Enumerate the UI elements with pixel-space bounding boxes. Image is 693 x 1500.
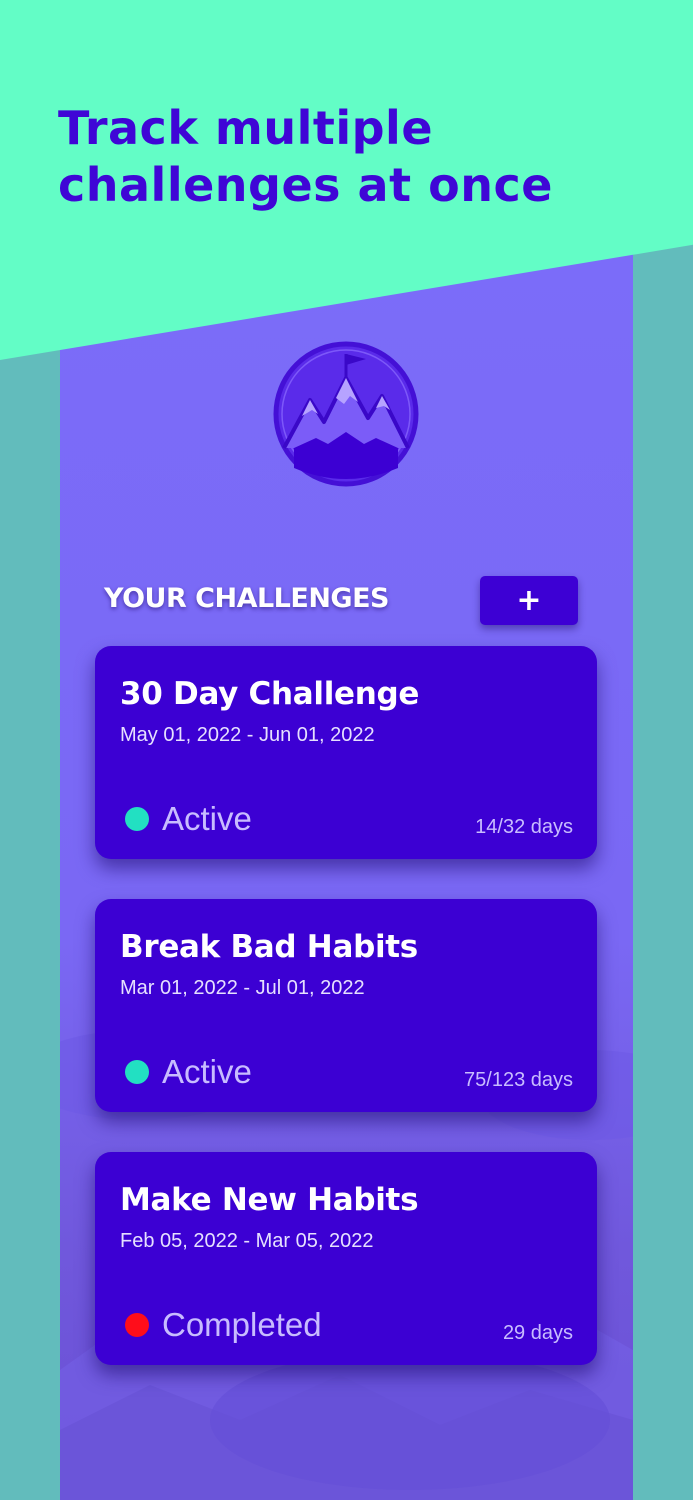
section-title: YOUR CHALLENGES — [104, 583, 389, 614]
challenge-card[interactable]: Break Bad Habits Mar 01, 2022 - Jul 01, … — [95, 899, 597, 1112]
challenge-title: Make New Habits — [120, 1182, 419, 1218]
status-badge: Active — [125, 800, 252, 838]
status-dot-icon — [125, 807, 149, 831]
challenge-title: 30 Day Challenge — [120, 676, 420, 712]
challenge-dates: May 01, 2022 - Jun 01, 2022 — [120, 724, 375, 746]
mountain-flag-icon — [273, 341, 419, 487]
background-hill — [210, 1350, 610, 1490]
status-dot-icon — [125, 1060, 149, 1084]
challenge-card[interactable]: Make New Habits Feb 05, 2022 - Mar 05, 2… — [95, 1152, 597, 1365]
challenge-dates: Mar 01, 2022 - Jul 01, 2022 — [120, 977, 365, 999]
headline-line-1: Track multiple — [58, 101, 434, 155]
challenge-days: 29 days — [502, 1322, 573, 1344]
challenge-card[interactable]: 30 Day Challenge May 01, 2022 - Jun 01, … — [95, 646, 597, 859]
challenge-dates: Feb 05, 2022 - Mar 05, 2022 — [120, 1230, 374, 1252]
status-badge: Active — [125, 1053, 252, 1091]
headline-line-2: challenges at once — [58, 158, 553, 212]
challenge-days: 75/123 days — [464, 1069, 573, 1091]
headline: Track multiple challenges at once — [58, 100, 658, 214]
challenge-days: 14/32 days — [475, 816, 573, 838]
status-label: Active — [162, 1053, 252, 1090]
status-label: Active — [162, 800, 252, 837]
add-challenge-button[interactable]: + — [480, 576, 578, 625]
status-badge: Completed — [125, 1306, 322, 1344]
status-dot-icon — [125, 1313, 149, 1337]
challenge-title: Break Bad Habits — [120, 929, 418, 965]
status-label: Completed — [162, 1306, 322, 1343]
